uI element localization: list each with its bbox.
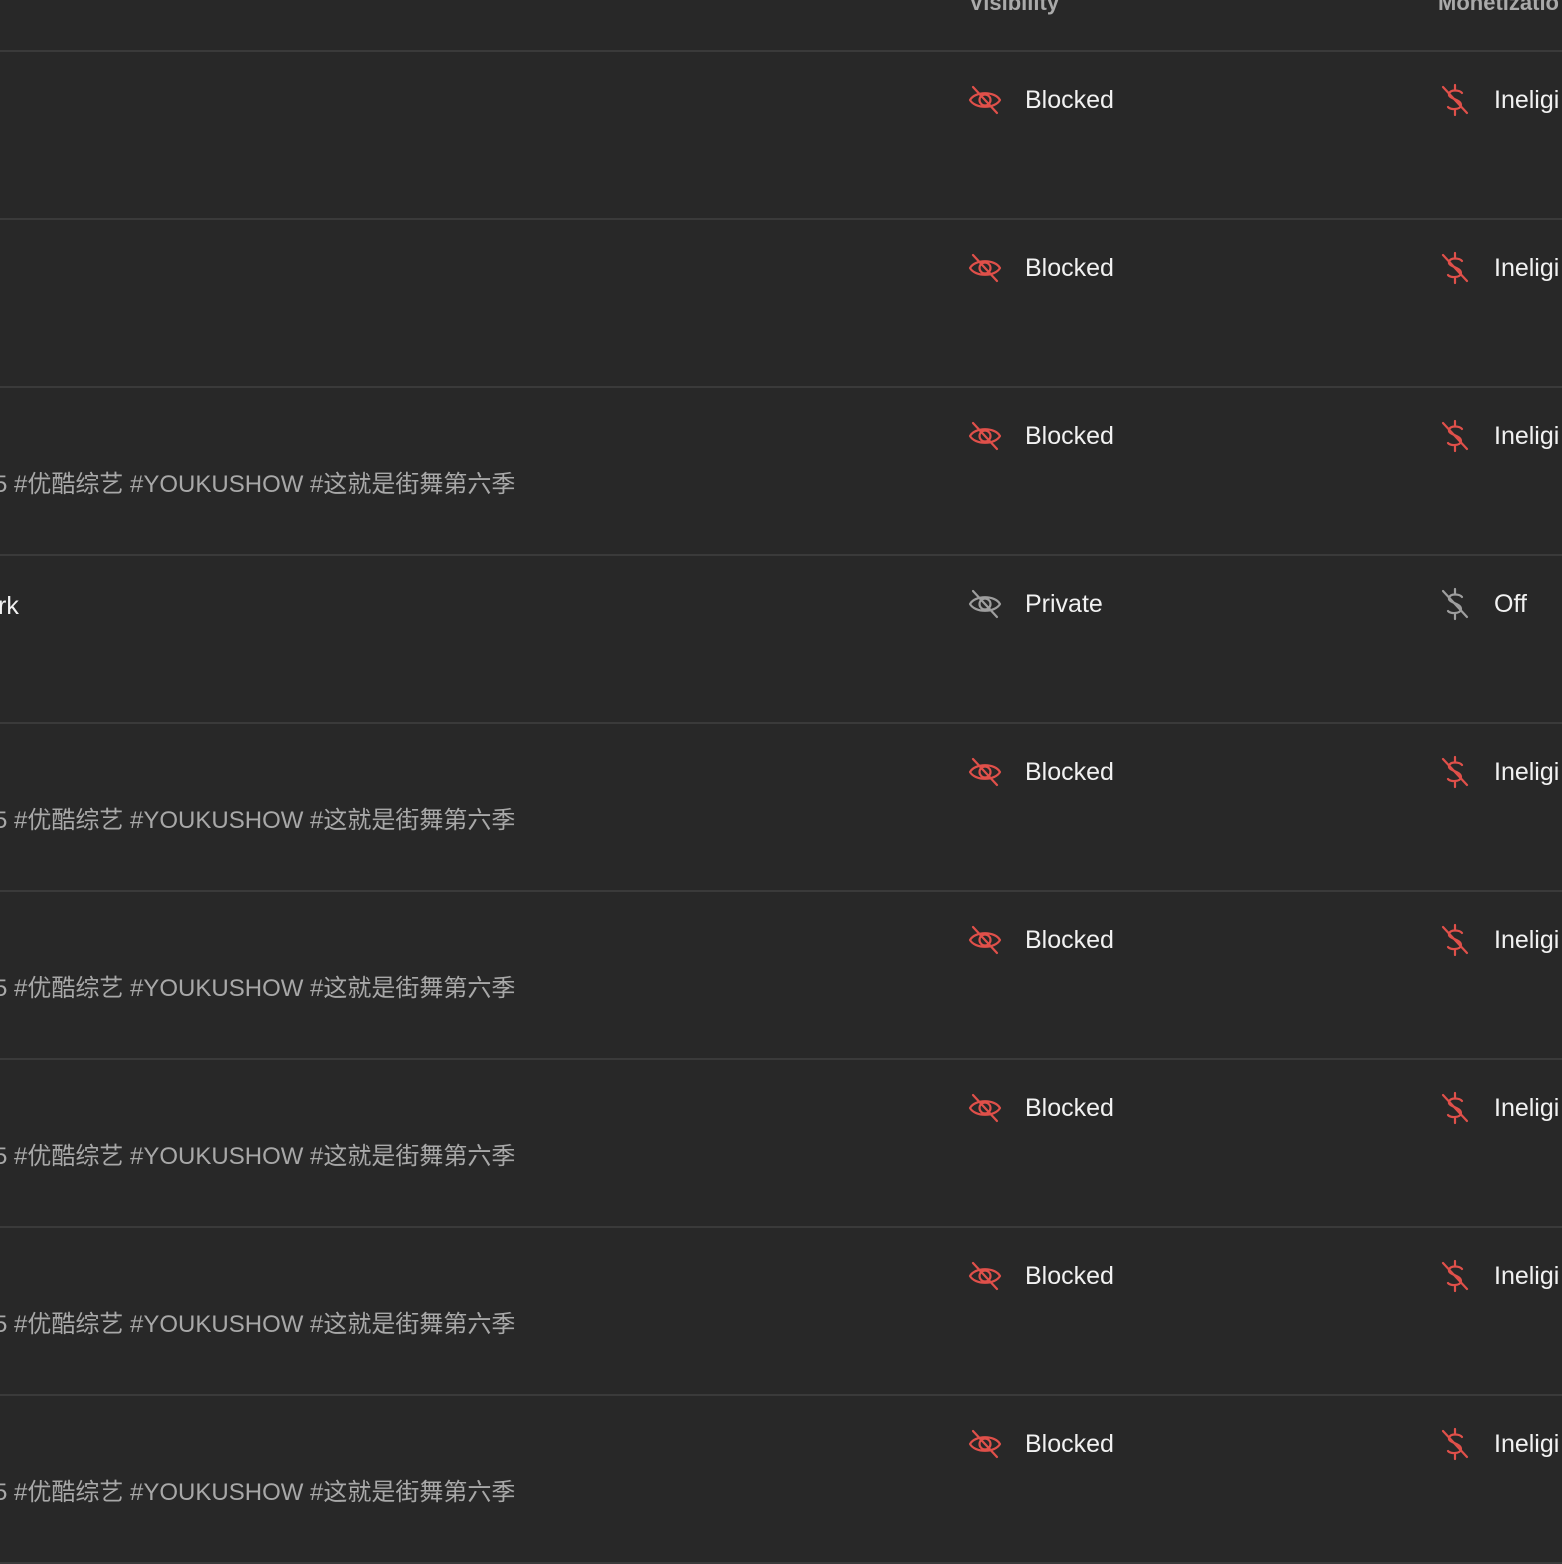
dollar-off-icon	[1440, 1091, 1494, 1125]
monetization-label: Ineligi	[1494, 925, 1560, 954]
dollar-off-icon	[1440, 755, 1494, 789]
eye-off-icon	[968, 251, 1025, 285]
video-description: 5 #优酷综艺 #YOUKUSHOW #这就是街舞第六季	[0, 1143, 516, 1170]
visibility-cell[interactable]: Blocked	[968, 1426, 1114, 1462]
monetization-cell[interactable]: Ineligi	[1440, 82, 1559, 118]
monetization-label: Ineligi	[1494, 757, 1560, 786]
visibility-column-header[interactable]: Visibility	[969, 0, 1059, 16]
monetization-column-header[interactable]: Monetizatio	[1438, 0, 1559, 16]
monetization-label: Ineligi	[1494, 1093, 1560, 1122]
monetization-label: Off	[1494, 589, 1527, 618]
monetization-label: Ineligi	[1494, 1429, 1560, 1458]
visibility-cell[interactable]: Blocked	[968, 82, 1114, 118]
visibility-cell[interactable]: Blocked	[968, 754, 1114, 790]
visibility-cell[interactable]: Blocked	[968, 250, 1114, 286]
visibility-label: Private	[1025, 589, 1103, 618]
monetization-label: Ineligi	[1494, 1261, 1560, 1290]
table-row[interactable]: 5 #优酷综艺 #YOUKUSHOW #这就是街舞第六季 Blocked Ineli…	[0, 1228, 1562, 1396]
dollar-off-icon	[1440, 1427, 1494, 1461]
eye-off-icon	[968, 923, 1025, 957]
dollar-off-icon	[1440, 587, 1494, 621]
visibility-label: Blocked	[1025, 85, 1114, 114]
video-description: 5 #优酷综艺 #YOUKUSHOW #这就是街舞第六季	[0, 471, 516, 498]
dollar-off-icon	[1440, 923, 1494, 957]
visibility-label: Blocked	[1025, 1093, 1114, 1122]
eye-off-icon	[968, 83, 1025, 117]
table-row[interactable]: 5 #优酷综艺 #YOUKUSHOW #这就是街舞第六季 Blocked Ineli…	[0, 724, 1562, 892]
visibility-cell[interactable]: Blocked	[968, 418, 1114, 454]
video-description: 5 #优酷综艺 #YOUKUSHOW #这就是街舞第六季	[0, 1311, 516, 1338]
monetization-cell[interactable]: Ineligi	[1440, 1090, 1559, 1126]
visibility-label: Blocked	[1025, 1429, 1114, 1458]
monetization-cell[interactable]: Ineligi	[1440, 250, 1559, 286]
video-description: 5 #优酷综艺 #YOUKUSHOW #这就是街舞第六季	[0, 975, 516, 1002]
monetization-cell[interactable]: Off	[1440, 586, 1527, 622]
visibility-cell[interactable]: Private	[968, 586, 1103, 622]
eye-off-icon	[968, 755, 1025, 789]
video-description: 5 #优酷综艺 #YOUKUSHOW #这就是街舞第六季	[0, 807, 516, 834]
monetization-cell[interactable]: Ineligi	[1440, 1426, 1559, 1462]
table-row[interactable]: 5 #优酷综艺 #YOUKUSHOW #这就是街舞第六季 Blocked Ineli…	[0, 388, 1562, 556]
dollar-off-icon	[1440, 83, 1494, 117]
video-title[interactable]: rk	[0, 592, 19, 621]
eye-off-icon	[968, 1259, 1025, 1293]
video-table-body: Blocked Ineligi Blocked Ineligi 5 #优酷综艺 #YOU…	[0, 52, 1562, 1564]
visibility-cell[interactable]: Blocked	[968, 1258, 1114, 1294]
visibility-label: Blocked	[1025, 925, 1114, 954]
monetization-cell[interactable]: Ineligi	[1440, 754, 1559, 790]
eye-off-icon	[968, 587, 1025, 621]
monetization-label: Ineligi	[1494, 85, 1560, 114]
dollar-off-icon	[1440, 251, 1494, 285]
monetization-label: Ineligi	[1494, 421, 1560, 450]
monetization-cell[interactable]: Ineligi	[1440, 922, 1559, 958]
table-row[interactable]: 5 #优酷综艺 #YOUKUSHOW #这就是街舞第六季 Blocked Ineli…	[0, 1396, 1562, 1564]
visibility-label: Blocked	[1025, 253, 1114, 282]
dollar-off-icon	[1440, 419, 1494, 453]
table-row[interactable]: 5 #优酷综艺 #YOUKUSHOW #这就是街舞第六季 Blocked Ineli…	[0, 1060, 1562, 1228]
eye-off-icon	[968, 419, 1025, 453]
table-row[interactable]: Blocked Ineligi	[0, 52, 1562, 220]
eye-off-icon	[968, 1091, 1025, 1125]
monetization-label: Ineligi	[1494, 253, 1560, 282]
eye-off-icon	[968, 1427, 1025, 1461]
visibility-label: Blocked	[1025, 421, 1114, 450]
visibility-cell[interactable]: Blocked	[968, 1090, 1114, 1126]
table-header: Visibility Monetizatio	[0, 0, 1562, 52]
table-row[interactable]: 5 #优酷综艺 #YOUKUSHOW #这就是街舞第六季 Blocked Ineli…	[0, 892, 1562, 1060]
visibility-cell[interactable]: Blocked	[968, 922, 1114, 958]
monetization-cell[interactable]: Ineligi	[1440, 1258, 1559, 1294]
dollar-off-icon	[1440, 1259, 1494, 1293]
table-row[interactable]: rk Private Off	[0, 556, 1562, 724]
video-description: 5 #优酷综艺 #YOUKUSHOW #这就是街舞第六季	[0, 1479, 516, 1506]
monetization-cell[interactable]: Ineligi	[1440, 418, 1559, 454]
visibility-label: Blocked	[1025, 1261, 1114, 1290]
table-row[interactable]: Blocked Ineligi	[0, 220, 1562, 388]
visibility-label: Blocked	[1025, 757, 1114, 786]
